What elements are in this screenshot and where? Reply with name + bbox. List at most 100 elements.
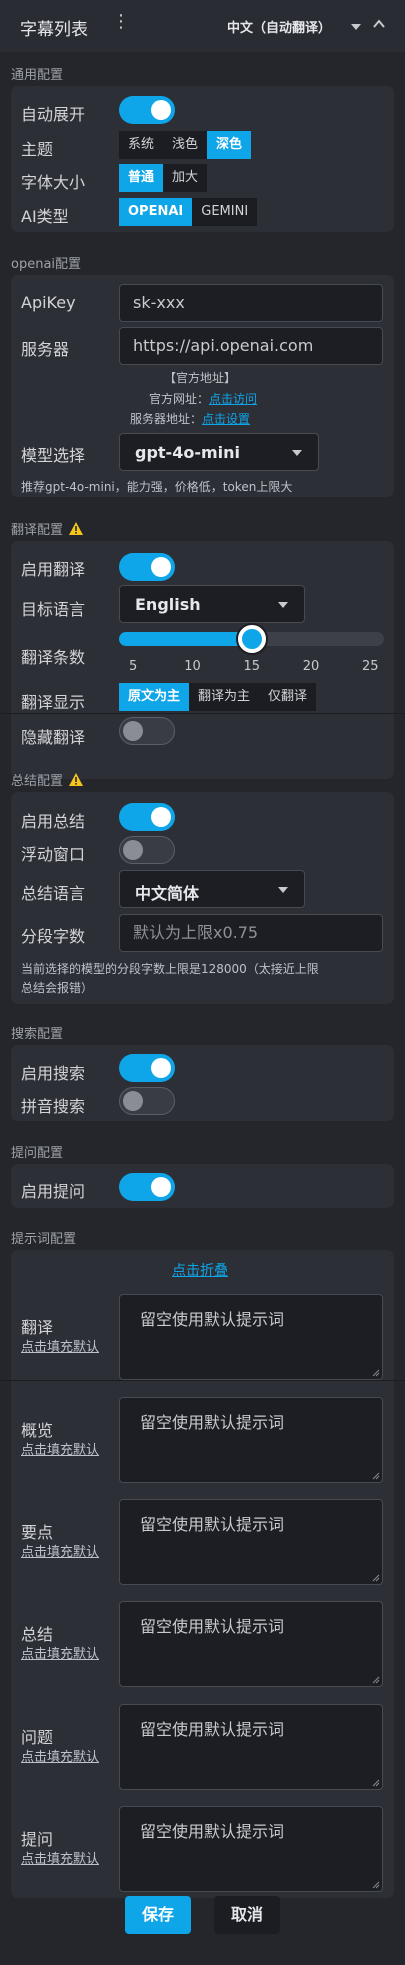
fill-default-link[interactable]: 点击填充默认 bbox=[21, 1336, 99, 1355]
display-option-translation[interactable]: 翻译为主 bbox=[189, 683, 260, 711]
official-site-link[interactable]: 点击访问 bbox=[209, 392, 257, 406]
hide-translate-label: 隐藏翻译 bbox=[21, 728, 86, 747]
resize-grip-icon[interactable] bbox=[372, 1676, 380, 1684]
target-language-label: 目标语言 bbox=[21, 600, 86, 619]
summary-language-value: 中文简体 bbox=[135, 884, 200, 903]
model-select-value: gpt-4o-mini bbox=[135, 443, 240, 462]
toggle-knob bbox=[123, 1091, 143, 1111]
apikey-input[interactable]: sk-xxx bbox=[119, 284, 383, 322]
prompt-textarea[interactable]: 留空使用默认提示词 bbox=[119, 1704, 383, 1790]
segment-hint-line-1: 当前选择的模型的分段字数上限是128000（太接近上限 bbox=[21, 962, 319, 976]
server-addr-link[interactable]: 点击设置 bbox=[202, 412, 250, 426]
float-window-label: 浮动窗口 bbox=[21, 845, 86, 864]
theme-label: 主题 bbox=[21, 140, 54, 159]
prompt-label: 总结 bbox=[21, 1625, 54, 1644]
resize-grip-icon[interactable] bbox=[372, 1779, 380, 1787]
panel-header: 字幕列表 ⋮ 中文（自动翻译） bbox=[0, 0, 405, 52]
model-hint: 推荐gpt-4o-mini，能力强，价格低，token上限大 bbox=[21, 480, 293, 494]
segment-size-label: 分段字数 bbox=[21, 927, 86, 946]
prompt-placeholder: 留空使用默认提示词 bbox=[140, 1413, 285, 1432]
resize-grip-icon[interactable] bbox=[372, 1472, 380, 1480]
summary-language-select[interactable]: 中文简体 bbox=[119, 870, 305, 908]
fill-default-link[interactable]: 点击填充默认 bbox=[21, 1848, 99, 1867]
section-title-prompts: 提示词配置 bbox=[11, 1232, 77, 1247]
prompt-label: 概览 bbox=[21, 1421, 54, 1440]
section-title-translate: 翻译配置 bbox=[11, 519, 84, 538]
display-option-translation-only[interactable]: 仅翻译 bbox=[259, 683, 317, 711]
prompt-label: 问题 bbox=[21, 1728, 54, 1747]
translate-display-label: 翻译显示 bbox=[21, 693, 86, 712]
model-label: 模型选择 bbox=[21, 446, 86, 465]
translate-display-segmented: 原文为主 翻译为主 仅翻译 bbox=[119, 683, 317, 711]
summary-language-label: 总结语言 bbox=[21, 884, 86, 903]
enable-ask-toggle[interactable] bbox=[119, 1173, 175, 1201]
prompt-textarea[interactable]: 留空使用默认提示词 bbox=[119, 1499, 383, 1585]
prompt-textarea[interactable]: 留空使用默认提示词 bbox=[119, 1601, 383, 1687]
theme-segmented: 系统 浅色 深色 bbox=[119, 131, 252, 159]
chevron-down-icon bbox=[278, 887, 288, 893]
display-option-original[interactable]: 原文为主 bbox=[119, 683, 190, 711]
fill-default-link[interactable]: 点击填充默认 bbox=[21, 1746, 99, 1765]
ai-type-option-gemini[interactable]: GEMINI bbox=[192, 198, 258, 226]
prompt-placeholder: 留空使用默认提示词 bbox=[140, 1617, 285, 1636]
server-addr-line: 服务器地址：点击设置 bbox=[130, 410, 250, 427]
prompt-label: 要点 bbox=[21, 1523, 54, 1542]
target-language-value: English bbox=[135, 595, 201, 614]
save-button[interactable]: 保存 bbox=[125, 1896, 191, 1934]
enable-translate-toggle[interactable] bbox=[119, 553, 175, 581]
prompt-placeholder: 留空使用默认提示词 bbox=[140, 1515, 285, 1534]
ai-type-option-openai[interactable]: OPENAI bbox=[119, 198, 193, 226]
segment-hint-line-2: 总结会报错） bbox=[21, 981, 94, 995]
slider-tick-label: 10 bbox=[184, 659, 201, 674]
more-menu-icon[interactable]: ⋮ bbox=[112, 13, 130, 31]
translate-count-slider[interactable] bbox=[119, 625, 384, 653]
section-title-search: 搜索配置 bbox=[11, 1027, 64, 1042]
enable-search-toggle[interactable] bbox=[119, 1054, 175, 1082]
server-input[interactable]: https://api.openai.com bbox=[119, 327, 383, 365]
segment-size-input[interactable]: 默认为上限x0.75 bbox=[119, 914, 383, 952]
auto-expand-toggle[interactable] bbox=[119, 96, 175, 124]
enable-ask-label: 启用提问 bbox=[21, 1182, 86, 1201]
prompt-textarea[interactable]: 留空使用默认提示词 bbox=[119, 1806, 383, 1892]
theme-option-dark[interactable]: 深色 bbox=[207, 131, 252, 159]
hide-translate-toggle[interactable] bbox=[119, 717, 175, 745]
section-title-ask: 提问配置 bbox=[11, 1146, 64, 1161]
resize-grip-icon[interactable] bbox=[372, 1369, 380, 1377]
enable-summary-label: 启用总结 bbox=[21, 812, 86, 831]
cancel-button[interactable]: 取消 bbox=[214, 1896, 280, 1934]
toggle-knob bbox=[151, 807, 171, 827]
font-size-label: 字体大小 bbox=[21, 173, 86, 192]
toggle-knob bbox=[151, 100, 171, 120]
theme-option-light[interactable]: 浅色 bbox=[163, 131, 208, 159]
collapse-prompts-link[interactable]: 点击折叠 bbox=[172, 1260, 228, 1280]
section-title-translate-text: 翻译配置 bbox=[11, 523, 64, 538]
overlap-divider bbox=[0, 1380, 405, 1381]
chevron-up-icon[interactable] bbox=[372, 17, 386, 31]
float-window-toggle[interactable] bbox=[119, 836, 175, 864]
enable-search-label: 启用搜索 bbox=[21, 1064, 86, 1083]
language-select-label[interactable]: 中文（自动翻译） bbox=[227, 17, 331, 36]
ai-type-label: AI类型 bbox=[21, 207, 69, 226]
official-site-line: 官方网址：点击访问 bbox=[149, 390, 257, 407]
font-size-option-normal[interactable]: 普通 bbox=[119, 164, 164, 192]
section-title-summary-text: 总结配置 bbox=[11, 774, 64, 789]
font-size-option-large[interactable]: 加大 bbox=[163, 164, 208, 192]
resize-grip-icon[interactable] bbox=[372, 1881, 380, 1889]
pinyin-search-toggle[interactable] bbox=[119, 1087, 175, 1115]
official-site-prefix: 官方网址： bbox=[149, 392, 210, 406]
auto-expand-label: 自动展开 bbox=[21, 105, 86, 124]
theme-option-system[interactable]: 系统 bbox=[119, 131, 164, 159]
fill-default-link[interactable]: 点击填充默认 bbox=[21, 1439, 99, 1458]
prompt-textarea[interactable]: 留空使用默认提示词 bbox=[119, 1294, 383, 1380]
font-size-segmented: 普通 加大 bbox=[119, 164, 208, 192]
fill-default-link[interactable]: 点击填充默认 bbox=[21, 1643, 99, 1662]
resize-grip-icon[interactable] bbox=[372, 1574, 380, 1582]
toggle-knob bbox=[123, 721, 143, 741]
chevron-down-icon[interactable] bbox=[351, 24, 361, 30]
fill-default-link[interactable]: 点击填充默认 bbox=[21, 1541, 99, 1560]
prompt-textarea[interactable]: 留空使用默认提示词 bbox=[119, 1397, 383, 1483]
target-language-select[interactable]: English bbox=[119, 585, 305, 623]
slider-handle[interactable] bbox=[237, 625, 266, 653]
enable-summary-toggle[interactable] bbox=[119, 803, 175, 831]
model-select[interactable]: gpt-4o-mini bbox=[119, 433, 319, 471]
